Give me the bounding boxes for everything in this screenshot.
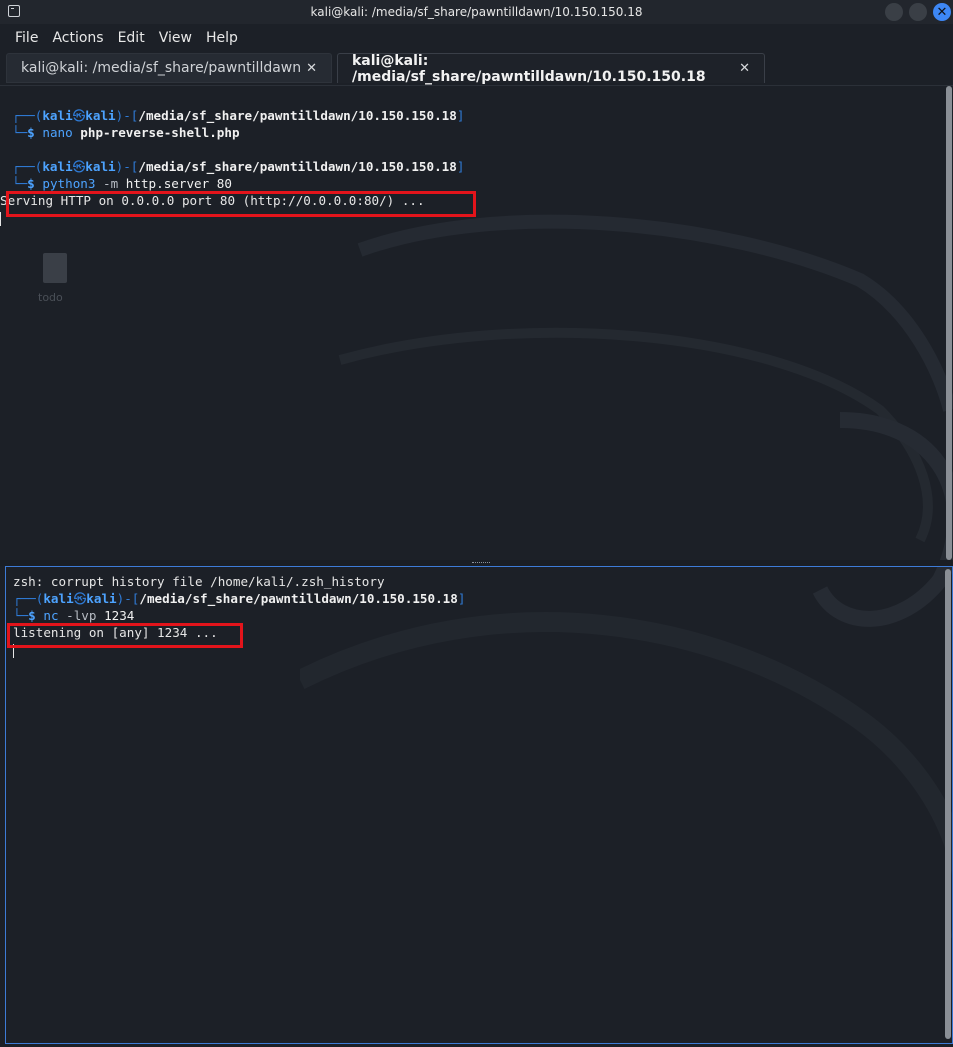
maximize-button[interactable]	[909, 3, 927, 21]
command-line: └─$ nano php-reverse-shell.php	[12, 125, 240, 140]
tab-close-icon[interactable]: ✕	[306, 61, 317, 76]
scrollbar-bottom[interactable]	[945, 569, 951, 1039]
menu-help[interactable]: Help	[199, 30, 245, 46]
tab-10-150-150-18[interactable]: kali@kali: /media/sf_share/pawntilldawn/…	[337, 52, 765, 85]
prompt-line: ┌──(kali㉿kali)-[/media/sf_share/pawntill…	[12, 159, 465, 174]
window-titlebar: kali@kali: /media/sf_share/pawntilldawn/…	[0, 0, 953, 24]
menu-file[interactable]: File	[8, 30, 45, 46]
command-line: └─$ nc -lvp 1234	[13, 608, 135, 623]
prompt-line: ┌──(kali㉿kali)-[/media/sf_share/pawntill…	[12, 108, 465, 123]
window-title: kali@kali: /media/sf_share/pawntilldawn/…	[310, 5, 643, 19]
highlight-box	[6, 191, 476, 217]
prompt-line: ┌──(kali㉿kali)-[/media/sf_share/pawntill…	[13, 591, 466, 606]
menu-view[interactable]: View	[152, 30, 199, 46]
tab-bar: kali@kali: /media/sf_share/pawntilldawn …	[0, 50, 953, 86]
terminal-pane-top[interactable]: ┌──(kali㉿kali)-[/media/sf_share/pawntill…	[0, 86, 953, 560]
splitter-grip-icon	[472, 562, 490, 565]
tab-label: kali@kali: /media/sf_share/pawntilldawn	[21, 60, 302, 76]
menu-bar: File Actions Edit View Help	[0, 26, 953, 50]
close-window-button[interactable]: ✕	[933, 3, 951, 21]
zsh-warning: zsh: corrupt history file /home/kali/.zs…	[13, 574, 385, 589]
highlight-box	[7, 623, 243, 648]
menu-edit[interactable]: Edit	[111, 30, 152, 46]
minimize-button[interactable]	[885, 3, 903, 21]
terminal-pane-bottom[interactable]: zsh: corrupt history file /home/kali/.zs…	[5, 566, 953, 1044]
text-cursor	[0, 211, 1, 226]
tab-close-icon[interactable]: ✕	[739, 61, 750, 76]
tab-pawntilldawn[interactable]: kali@kali: /media/sf_share/pawntilldawn …	[6, 53, 332, 83]
menu-actions[interactable]: Actions	[45, 30, 110, 46]
tab-label: kali@kali: /media/sf_share/pawntilldawn/…	[352, 52, 706, 85]
scrollbar-top[interactable]	[946, 86, 952, 560]
command-line: └─$ python3 -m http.server 80	[12, 176, 232, 191]
terminal-app-icon	[8, 5, 20, 17]
close-icon: ✕	[936, 4, 948, 20]
